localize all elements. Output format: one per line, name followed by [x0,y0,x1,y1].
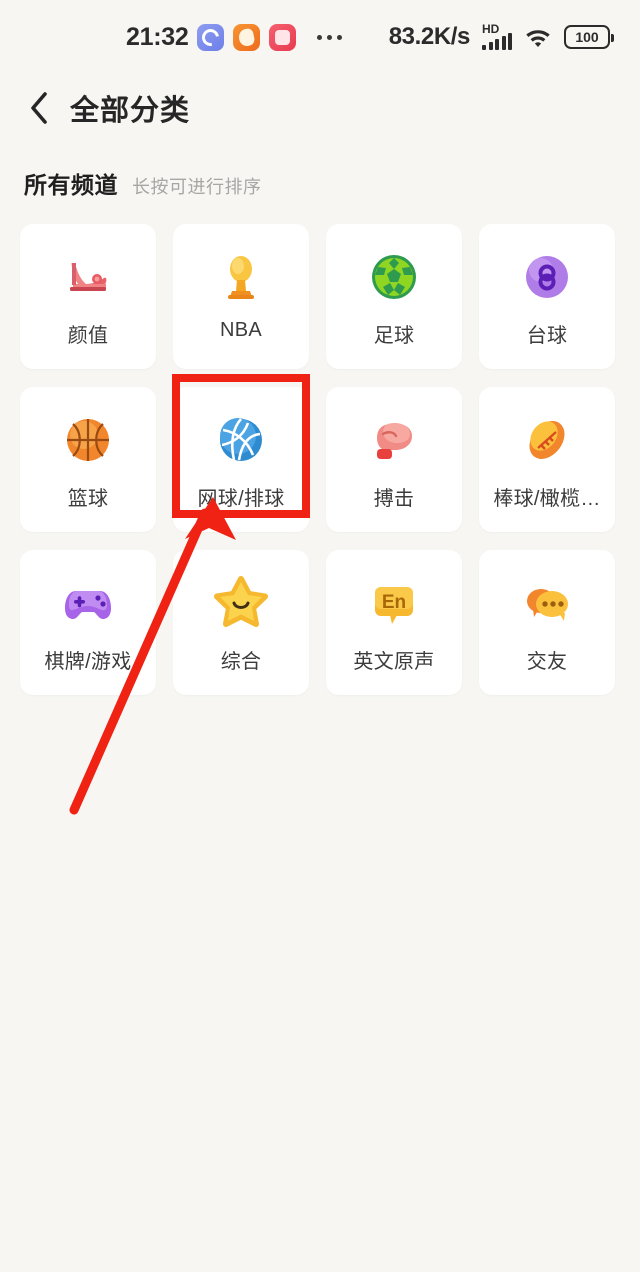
channel-label: 棒球/橄榄… [493,488,601,510]
gamepad-icon [60,575,116,631]
page-title: 全部分类 [70,95,191,127]
high-heel-icon [60,249,116,305]
channel-card-yingwen-yuansheng[interactable]: En 英文原声 [326,550,462,695]
navigation-bar: 全部分类 [0,74,640,142]
channel-label: 篮球 [67,488,109,510]
channel-card-bangqiu-ganlan[interactable]: 棒球/橄榄… [479,387,615,532]
channel-label: 网球/排球 [197,488,285,510]
channel-card-wangqiu-paiqiu[interactable]: 网球/排球 [173,387,309,532]
status-bar: 21:32 83.2K/s HD 100 [0,0,640,74]
back-chevron-icon[interactable] [22,91,56,125]
app-badge-blue-icon [197,23,225,51]
channel-card-lanqiu[interactable]: 篮球 [20,387,156,532]
channel-card-jiaoyou[interactable]: 交友 [479,550,615,695]
volleyball-icon [213,412,269,468]
channel-label: 棋牌/游戏 [44,651,132,673]
channel-label: 颜值 [67,325,109,347]
trophy-icon [213,249,269,305]
section-hint: 长按可进行排序 [132,177,262,197]
battery-icon: 100 [564,25,614,49]
chat-bubbles-icon [519,575,575,631]
section-header: 所有频道 长按可进行排序 [0,142,640,210]
channel-label: 英文原声 [353,651,435,673]
channel-card-boji[interactable]: 搏击 [326,387,462,532]
channel-card-qipai-youxi[interactable]: 棋牌/游戏 [20,550,156,695]
wifi-icon [524,26,552,48]
channel-card-yanzhi[interactable]: 颜值 [20,224,156,369]
hd-label: HD [482,22,500,36]
svg-text:En: En [382,592,406,613]
battery-level-text: 100 [575,29,599,45]
status-bar-right: 83.2K/s HD 100 [388,22,614,51]
smiling-star-icon [213,575,269,631]
channel-card-zuqiu[interactable]: 足球 [326,224,462,369]
billiards-ball-icon [519,249,575,305]
channel-label: 台球 [526,325,568,347]
status-bar-clock: 21:32 [126,22,189,51]
cellular-signal-icon: HD [482,22,512,50]
boxing-glove-icon [366,412,422,468]
network-speed-text: 83.2K/s [388,23,471,50]
soccer-ball-icon [366,249,422,305]
app-badge-orange-icon [233,23,261,51]
channel-label: 综合 [220,651,262,673]
app-badge-red-icon [269,23,297,51]
channel-label: 足球 [373,325,415,347]
channel-grid: 颜值 NBA 足球 台球 篮球 网球/排球 搏击 棒球/橄榄… 棋牌/游戏 综合… [0,210,640,695]
section-title: 所有频道 [24,172,118,198]
status-bar-left: 21:32 [0,22,343,52]
channel-card-zonghe[interactable]: 综合 [173,550,309,695]
basketball-icon [60,412,116,468]
football-icon [519,412,575,468]
channel-label: NBA [219,319,263,341]
status-overflow-dots-icon [317,34,343,40]
channel-card-taiqiu[interactable]: 台球 [479,224,615,369]
channel-label: 搏击 [373,488,415,510]
en-bubble-icon: En [366,575,422,631]
channel-label: 交友 [526,651,568,673]
channel-card-nba[interactable]: NBA [173,224,309,369]
